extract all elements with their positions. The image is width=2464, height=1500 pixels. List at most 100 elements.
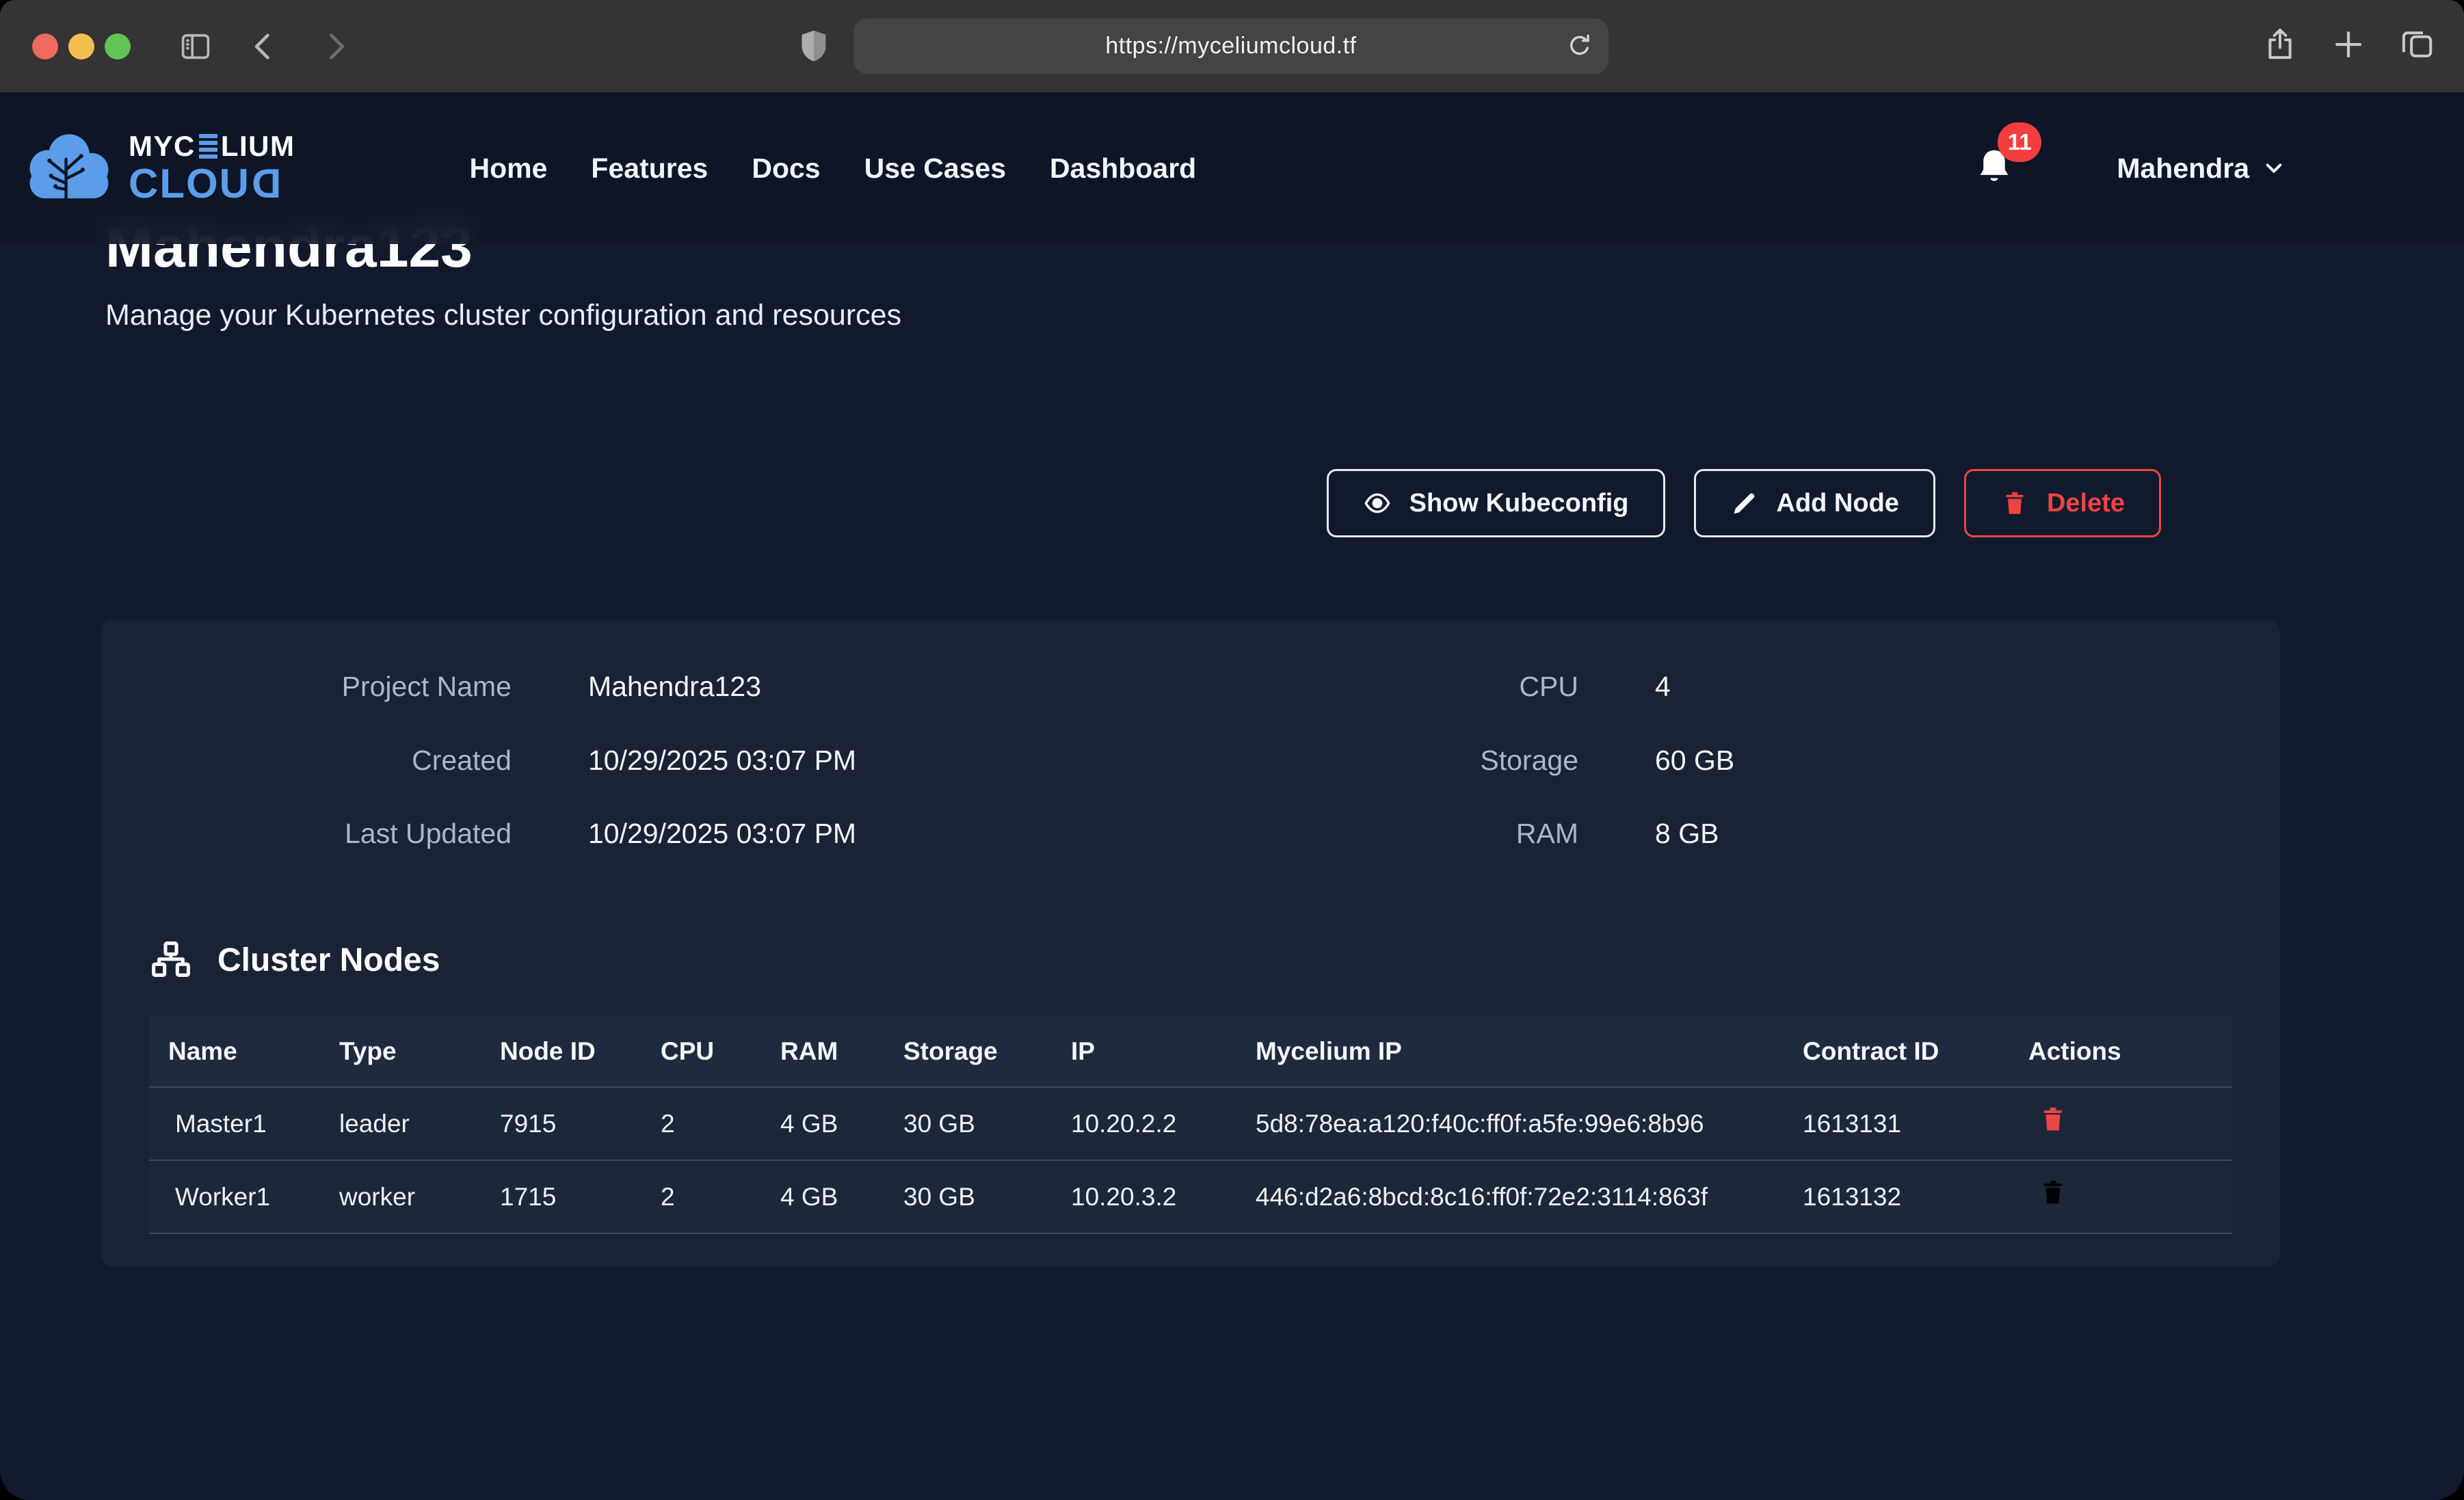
cell-ip: 10.20.3.2 (1052, 1160, 1236, 1233)
brand-d: D (250, 163, 281, 204)
back-icon[interactable] (244, 27, 284, 66)
nav-link[interactable]: Dashboard (1050, 152, 1196, 185)
pencil-icon (1730, 489, 1759, 518)
cluster-actions: Show Kubeconfig Add Node Delete (101, 469, 2280, 537)
column-header: Storage (884, 1017, 1052, 1087)
forward-icon[interactable] (315, 27, 355, 66)
nav-link[interactable]: Docs (752, 152, 820, 185)
info-value: 10/29/2025 03:07 PM (512, 818, 1230, 850)
nav-links: Home Features Docs Use Cases Dashboard (470, 152, 1197, 185)
cell-node-id: 7915 (481, 1087, 641, 1160)
cell-storage: 30 GB (884, 1160, 1052, 1233)
mycelium-cloud-logo-icon (21, 132, 118, 204)
show-kubeconfig-label: Show Kubeconfig (1409, 489, 1629, 518)
brand-lium: LIUM (221, 132, 295, 161)
minimize-window-button[interactable] (68, 34, 94, 59)
cluster-nodes-table: NameTypeNode IDCPURAMStorageIPMycelium I… (149, 1017, 2232, 1234)
show-kubeconfig-button[interactable]: Show Kubeconfig (1327, 469, 1665, 537)
column-header: Type (320, 1017, 481, 1087)
traffic-lights (32, 34, 131, 59)
user-menu[interactable]: Mahendra (2117, 152, 2285, 185)
cluster-nodes-title: Cluster Nodes (217, 941, 440, 979)
brand-logo[interactable]: MYC LIUM CLOUD (21, 132, 295, 204)
cell-name: Master1 (149, 1087, 320, 1160)
cell-cpu: 2 (641, 1087, 761, 1160)
table-row: Worker1 worker 1715 2 4 GB 30 GB 10.20.3… (149, 1160, 2232, 1233)
chevron-down-icon (2263, 157, 2285, 179)
cell-contract-id: 1613132 (1784, 1160, 2009, 1233)
trash-icon (2000, 489, 2029, 518)
zoom-window-button[interactable] (105, 34, 131, 59)
brand-line-cloud: CLOUD (129, 163, 295, 204)
cell-node-id: 1715 (481, 1160, 641, 1233)
delete-label: Delete (2047, 489, 2125, 518)
add-node-button[interactable]: Add Node (1694, 469, 1935, 537)
delete-node-button[interactable] (2028, 1177, 2068, 1209)
nav-link[interactable]: Features (591, 152, 708, 185)
info-value: 4 (1578, 671, 2002, 703)
trash-icon (2038, 1104, 2068, 1134)
url-text: https://myceliumcloud.tf (1105, 33, 1356, 59)
cluster-info-right: CPU 4 Storage 60 GB RAM 8 GB (1230, 671, 2002, 849)
cell-ram: 4 GB (761, 1160, 884, 1233)
delete-node-button[interactable] (2028, 1104, 2068, 1136)
main-content: Mahendra123 Manage your Kubernetes clust… (101, 92, 2280, 1267)
cell-storage: 30 GB (884, 1087, 1052, 1160)
sidebar-toggle-icon[interactable] (176, 27, 215, 66)
cell-actions (2009, 1087, 2232, 1160)
cell-mycelium-ip: 5d8:78ea:a120:f40c:ff0f:a5fe:99e6:8b96 (1236, 1087, 1784, 1160)
info-value: 8 GB (1578, 818, 2002, 850)
page-subtitle: Manage your Kubernetes cluster configura… (101, 278, 2280, 332)
column-header: CPU (641, 1017, 761, 1087)
column-header: Name (149, 1017, 320, 1087)
cell-name: Worker1 (149, 1160, 320, 1233)
cluster-details-card: Project Name Mahendra123 Created 10/29/2… (101, 619, 2280, 1266)
info-label: Last Updated (149, 818, 512, 850)
column-header: Mycelium IP (1236, 1017, 1784, 1087)
table-row: Master1 leader 7915 2 4 GB 30 GB 10.20.2… (149, 1087, 2232, 1160)
network-nodes-icon (149, 939, 193, 982)
privacy-shield-icon[interactable] (795, 27, 833, 66)
info-value: 10/29/2025 03:07 PM (512, 745, 1230, 777)
info-label: RAM (1230, 818, 1578, 850)
cell-ip: 10.20.2.2 (1052, 1087, 1236, 1160)
cell-ram: 4 GB (761, 1087, 884, 1160)
browser-window: https://myceliumcloud.tf (0, 0, 2464, 1500)
cluster-nodes-heading: Cluster Nodes (149, 939, 2232, 982)
close-window-button[interactable] (32, 34, 58, 59)
page: MYC LIUM CLOUD Home Features Docs (0, 92, 2464, 1500)
cell-cpu: 2 (641, 1160, 761, 1233)
tab-overview-icon[interactable] (2398, 26, 2435, 66)
cell-type: worker (320, 1160, 481, 1233)
column-header: Actions (2009, 1017, 2232, 1087)
info-value: 60 GB (1578, 745, 2002, 777)
reload-icon[interactable] (1565, 31, 1595, 62)
share-icon[interactable] (2262, 26, 2299, 66)
nav-link[interactable]: Home (470, 152, 548, 185)
address-bar[interactable]: https://myceliumcloud.tf (853, 18, 1608, 74)
top-navbar: MYC LIUM CLOUD Home Features Docs (0, 92, 2464, 244)
info-label: CPU (1230, 671, 1578, 703)
cluster-info-left: Project Name Mahendra123 Created 10/29/2… (149, 671, 1230, 849)
eye-icon (1363, 489, 1392, 518)
stylized-e-icon (199, 134, 217, 159)
cell-mycelium-ip: 446:d2a6:8bcd:8c16:ff0f:72e2:3114:863f (1236, 1160, 1784, 1233)
trash-icon (2038, 1177, 2068, 1207)
user-name: Mahendra (2117, 152, 2249, 185)
column-header: Contract ID (1784, 1017, 2009, 1087)
cell-type: leader (320, 1087, 481, 1160)
notifications-button[interactable]: 11 (1973, 146, 2015, 191)
info-label: Created (149, 745, 512, 777)
nav-link[interactable]: Use Cases (864, 152, 1006, 185)
info-label: Storage (1230, 745, 1578, 777)
new-tab-icon[interactable] (2330, 26, 2367, 66)
brand-line-mycelium: MYC LIUM (129, 132, 295, 161)
cell-contract-id: 1613131 (1784, 1087, 2009, 1160)
chrome-right-buttons (2262, 0, 2435, 92)
delete-cluster-button[interactable]: Delete (1964, 469, 2161, 537)
cluster-info: Project Name Mahendra123 Created 10/29/2… (149, 657, 2232, 849)
cell-actions (2009, 1160, 2232, 1233)
browser-chrome: https://myceliumcloud.tf (0, 0, 2464, 92)
column-header: IP (1052, 1017, 1236, 1087)
add-node-label: Add Node (1777, 489, 1899, 518)
